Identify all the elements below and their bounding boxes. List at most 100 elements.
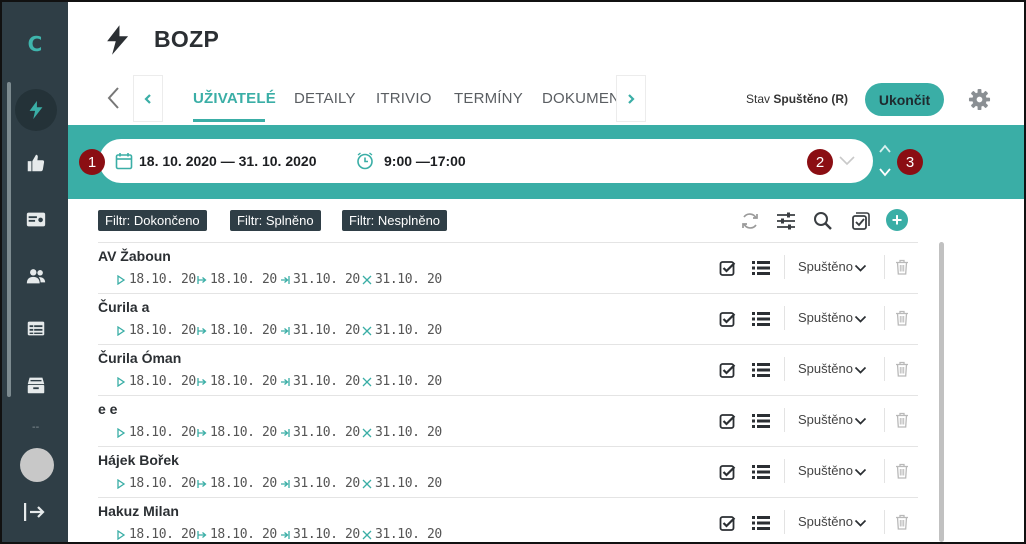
sidebar-item-users[interactable] (15, 255, 57, 297)
sidebar-item-cards[interactable] (15, 198, 57, 240)
up-down-arrows-icon[interactable] (876, 142, 894, 180)
table-row[interactable]: Čurila Óman 18.10. 20 18.10. 20 31.10. 2… (98, 344, 918, 395)
end-button[interactable]: Ukončit (865, 83, 944, 116)
arrow-to-bar-icon (281, 276, 290, 284)
filter-chip-nesplneno[interactable]: Filtr: Nesplněno (342, 210, 448, 231)
to-date: 31.10. 20 (281, 374, 360, 389)
time-range[interactable]: 9:00 —17:00 (384, 153, 466, 169)
avatar[interactable] (20, 448, 54, 482)
sidebar-scrollbar[interactable] (7, 82, 11, 397)
list-icon[interactable] (752, 362, 770, 378)
table-row[interactable]: Čurila a 18.10. 20 18.10. 20 31.10. 20 3… (98, 293, 918, 344)
trash-icon[interactable] (895, 514, 909, 530)
to-date-value: 31.10. 20 (293, 527, 360, 542)
list-icon[interactable] (752, 464, 770, 480)
check-square-icon[interactable] (719, 515, 736, 532)
app-window: C -- BOZP UŽIVATELÉ DETAILY ITRIVIO TERM… (0, 0, 1026, 544)
filter-chip-splneno[interactable]: Filtr: Splněno (230, 210, 321, 231)
list-icon[interactable] (752, 413, 770, 429)
tab-itrivio[interactable]: ITRIVIO (376, 90, 432, 107)
from-date-value: 18.10. 20 (210, 323, 277, 338)
table-row[interactable]: e e 18.10. 20 18.10. 20 31.10. 20 31.10.… (98, 395, 918, 446)
start-date-value: 18.10. 20 (129, 476, 196, 491)
end-date-value: 31.10. 20 (375, 527, 442, 542)
tab-uzivatele[interactable]: UŽIVATELÉ (193, 90, 276, 107)
start-date: 18.10. 20 (117, 374, 196, 389)
row-status-select[interactable]: Spuštěno (798, 514, 853, 529)
chevron-down-icon[interactable] (854, 263, 867, 273)
row-status-select[interactable]: Spuštěno (798, 259, 853, 274)
row-status-select[interactable]: Spuštěno (798, 361, 853, 376)
start-date: 18.10. 20 (117, 272, 196, 287)
tab-bar: UŽIVATELÉ DETAILY ITRIVIO TERMÍNY DOKUME… (164, 75, 616, 125)
divider (884, 408, 885, 432)
trash-icon[interactable] (895, 310, 909, 326)
tab-detaily[interactable]: DETAILY (294, 90, 356, 107)
search-icon[interactable] (812, 210, 834, 232)
trash-icon[interactable] (895, 361, 909, 377)
row-status-select[interactable]: Spuštěno (798, 310, 853, 325)
bolt-icon (107, 25, 129, 55)
bolt-icon (29, 100, 43, 120)
cross-icon (362, 275, 372, 285)
app-logo[interactable]: C (2, 32, 68, 56)
chevron-down-icon[interactable] (854, 365, 867, 375)
trash-icon[interactable] (895, 463, 909, 479)
start-date: 18.10. 20 (117, 527, 196, 542)
back-chevron-icon[interactable] (104, 86, 124, 110)
trash-icon[interactable] (895, 412, 909, 428)
end-date-value: 31.10. 20 (375, 374, 442, 389)
divider (784, 357, 785, 381)
chevron-down-icon[interactable] (854, 467, 867, 477)
sidebar-item-archive[interactable] (15, 364, 57, 406)
list-icon[interactable] (752, 260, 770, 276)
tabs-scroll-right-button[interactable] (616, 75, 646, 122)
check-square-icon[interactable] (719, 311, 736, 328)
arrow-from-bar-icon (197, 327, 207, 335)
row-status-select[interactable]: Spuštěno (798, 412, 853, 427)
list-icon[interactable] (752, 311, 770, 327)
to-date: 31.10. 20 (281, 425, 360, 440)
chevron-down-icon[interactable] (854, 314, 867, 324)
add-button[interactable]: + (886, 209, 908, 231)
to-date-value: 31.10. 20 (293, 476, 360, 491)
list-icon[interactable] (752, 515, 770, 531)
chevron-down-icon[interactable] (838, 153, 856, 167)
trash-icon[interactable] (895, 259, 909, 275)
refresh-icon[interactable] (739, 210, 761, 232)
check-all-icon[interactable] (848, 210, 870, 232)
row-status-select[interactable]: Spuštěno (798, 463, 853, 478)
table-row[interactable]: AV Žaboun 18.10. 20 18.10. 20 31.10. 20 … (98, 242, 918, 293)
sidebar-item-bozp[interactable] (15, 89, 57, 131)
arrow-from-bar-icon (197, 531, 207, 539)
chevron-left-icon (144, 93, 151, 104)
to-date-value: 31.10. 20 (293, 374, 360, 389)
check-square-icon[interactable] (719, 260, 736, 277)
play-icon (117, 428, 126, 438)
settings-sliders-icon[interactable] (775, 210, 797, 232)
sidebar-item-table[interactable] (15, 307, 57, 349)
filter-chip-dokonceno[interactable]: Filtr: Dokončeno (98, 210, 207, 231)
logout-icon[interactable] (22, 501, 46, 523)
table-row[interactable]: Hájek Bořek 18.10. 20 18.10. 20 31.10. 2… (98, 446, 918, 497)
check-square-icon[interactable] (719, 362, 736, 379)
tab-dokumenty[interactable]: DOKUMENTY (542, 90, 616, 107)
date-range[interactable]: 18. 10. 2020 — 31. 10. 2020 (139, 153, 316, 169)
check-square-icon[interactable] (719, 413, 736, 430)
gear-icon[interactable] (968, 88, 991, 111)
list-scrollbar[interactable] (939, 242, 944, 542)
chevron-right-icon (628, 93, 635, 104)
participant-name: Hájek Bořek (98, 452, 179, 468)
from-date-value: 18.10. 20 (210, 425, 277, 440)
to-date-value: 31.10. 20 (293, 323, 360, 338)
from-date: 18.10. 20 (197, 374, 277, 389)
end-date: 31.10. 20 (362, 425, 442, 440)
tab-terminy[interactable]: TERMÍNY (454, 90, 523, 107)
sidebar-item-rating[interactable] (15, 142, 57, 184)
chevron-down-icon[interactable] (854, 518, 867, 528)
cross-icon (362, 428, 372, 438)
tabs-scroll-left-button[interactable] (133, 75, 163, 122)
chevron-down-icon[interactable] (854, 416, 867, 426)
check-square-icon[interactable] (719, 464, 736, 481)
table-row[interactable]: Hakuz Milan 18.10. 20 18.10. 20 31.10. 2… (98, 497, 918, 542)
